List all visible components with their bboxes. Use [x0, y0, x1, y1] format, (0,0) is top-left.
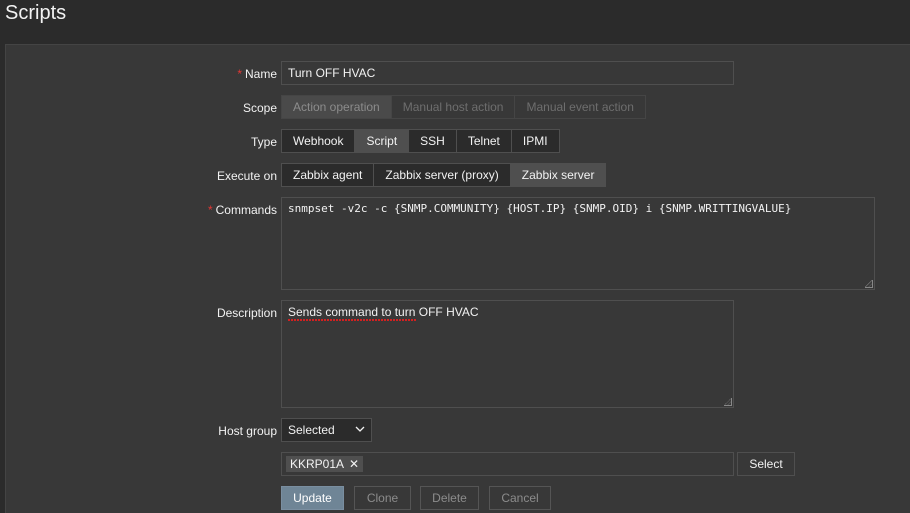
resize-grip-icon[interactable]: [724, 398, 732, 406]
scope-option-action-operation: Action operation: [281, 95, 392, 119]
commands-label: * Commands: [207, 203, 277, 217]
page-header: Scripts: [0, 0, 910, 36]
scope-option-manual-event-action: Manual event action: [515, 95, 646, 119]
close-icon[interactable]: ✕: [349, 457, 359, 471]
execute-on-option-zabbix-server-proxy[interactable]: Zabbix server (proxy): [374, 163, 511, 187]
execute-on-radio-group: Zabbix agent Zabbix server (proxy) Zabbi…: [281, 163, 607, 187]
type-option-script[interactable]: Script: [355, 129, 410, 153]
type-label: Type: [250, 135, 277, 149]
type-option-telnet[interactable]: Telnet: [456, 129, 512, 153]
update-button[interactable]: Update: [281, 486, 344, 510]
description-textarea[interactable]: Sends command to turn OFF HVAC: [281, 300, 734, 408]
scope-label: Scope: [242, 101, 277, 115]
host-group-label: Host group: [218, 424, 277, 438]
description-label: Description: [216, 306, 277, 320]
commands-textarea[interactable]: snmpset -v2c -c {SNMP.COMMUNITY} {HOST.I…: [281, 197, 875, 290]
type-option-webhook[interactable]: Webhook: [281, 129, 356, 153]
clone-button[interactable]: Clone: [354, 486, 411, 510]
cancel-button[interactable]: Cancel: [489, 486, 551, 510]
script-form: * Name Turn OFF HVAC Scope Action operati…: [5, 44, 910, 513]
type-radio-group: Webhook Script SSH Telnet IPMI: [281, 129, 560, 153]
page-title: Scripts: [5, 2, 67, 24]
required-asterisk: *: [237, 67, 242, 81]
type-option-ssh[interactable]: SSH: [409, 129, 457, 153]
execute-on-label: Execute on: [216, 169, 277, 183]
name-field[interactable]: Turn OFF HVAC: [281, 61, 734, 85]
resize-grip-icon[interactable]: [865, 280, 873, 288]
type-option-ipmi[interactable]: IPMI: [511, 129, 560, 153]
chevron-down-icon: [355, 423, 365, 438]
select-host-group-button[interactable]: Select: [737, 452, 795, 476]
host-group-tag: KKRP01A ✕: [286, 456, 364, 472]
host-group-multiselect[interactable]: KKRP01A ✕: [281, 452, 734, 476]
spellcheck-underline: [288, 319, 416, 321]
execute-on-option-zabbix-server[interactable]: Zabbix server: [510, 163, 607, 187]
scope-radio-group: Action operation Manual host action Manu…: [281, 95, 646, 119]
scope-option-manual-host-action: Manual host action: [391, 95, 516, 119]
delete-button[interactable]: Delete: [420, 486, 479, 510]
execute-on-option-zabbix-agent[interactable]: Zabbix agent: [281, 163, 375, 187]
name-label: * Name: [237, 67, 277, 81]
host-group-select[interactable]: Selected: [281, 418, 372, 442]
required-asterisk: *: [207, 203, 213, 217]
